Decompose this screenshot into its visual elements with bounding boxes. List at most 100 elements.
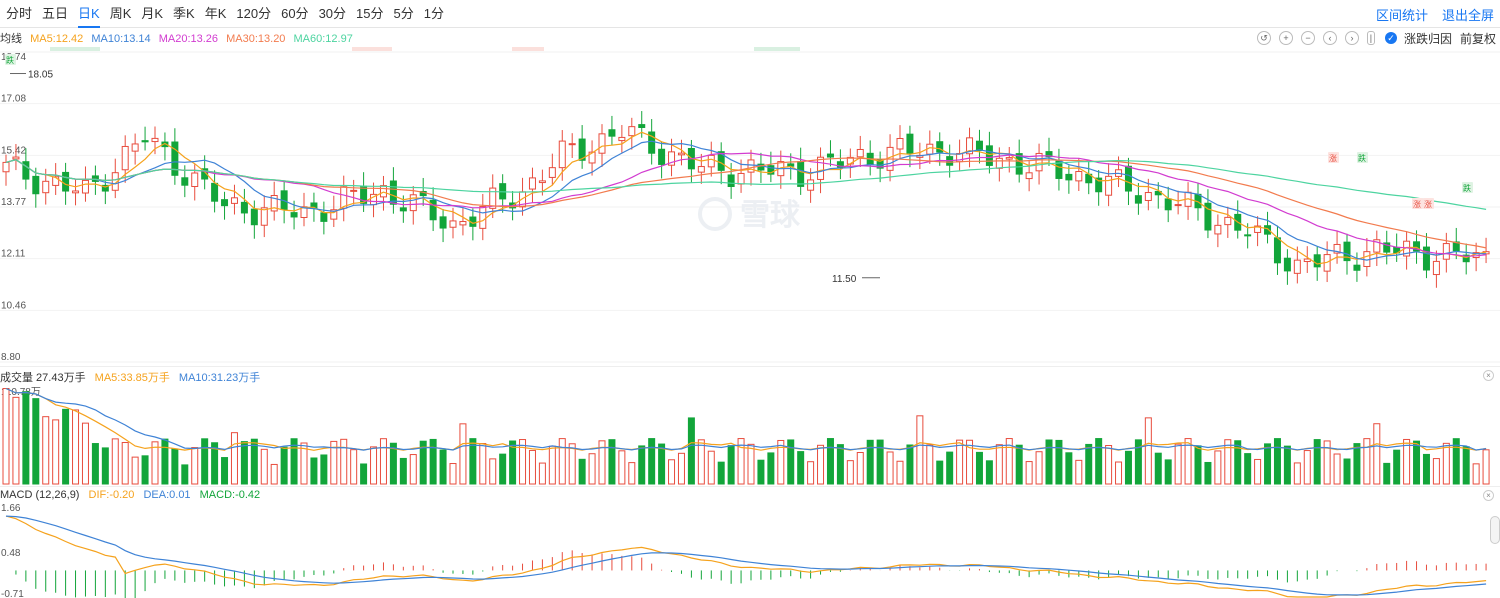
tab-monthly-k[interactable]: 月K [141,0,163,28]
scroll-handle[interactable] [1490,516,1500,544]
plus-icon[interactable]: + [1278,31,1293,45]
exit-fullscreen-button[interactable]: 退出全屏 [1442,5,1494,24]
candle-up [1144,192,1152,201]
rise-fall-checkbox[interactable]: ✓ [1384,32,1397,44]
candle-up [479,206,487,229]
tab-5min[interactable]: 5分 [394,0,414,28]
volume-bar [360,463,368,485]
volume-bar [1025,461,1033,485]
volume-bar [1234,440,1242,485]
candle-down [439,216,447,229]
tab-quarterly-k[interactable]: 季K [173,0,195,28]
chevron-left-icon[interactable]: ‹ [1322,31,1337,45]
ma10-line [5,140,1487,261]
volume-bar [1363,438,1371,485]
candle-down [399,207,407,212]
candle-down [91,175,99,182]
volume-bar [489,458,497,485]
candle-down [1343,241,1351,262]
volume-bar [1323,440,1331,485]
candle-up [1075,171,1083,182]
range-stats-button[interactable]: 区间统计 [1376,5,1428,24]
pause-icon[interactable]: | [1366,31,1375,45]
volume-bar [886,451,894,485]
ma60-line [5,159,1487,210]
adjust-label[interactable]: 前复权 [1460,30,1496,47]
volume-bar [558,438,566,485]
candle-down [469,216,477,227]
volume-bar [588,453,596,485]
minus-icon[interactable]: − [1300,31,1315,45]
candle-up [1442,243,1450,260]
macd-label: MACD (12,26,9) [0,489,80,501]
candle-up [777,161,785,177]
candle-down [1015,153,1023,175]
volume-legend: 成交量 27.43万手 MA5:33.85万手 MA10:31.23万手 [0,369,266,385]
candle-down [1055,160,1063,179]
tab-five-day[interactable]: 五日 [42,0,68,28]
close-volume-icon[interactable]: × [1483,370,1494,381]
candle-up [737,172,745,185]
candle-up [1432,260,1440,276]
volume-bar [1422,453,1430,485]
candle-down [1234,213,1242,231]
volume-bar [519,439,527,485]
close-macd-icon[interactable]: × [1483,490,1494,501]
volume-bar [1432,458,1440,485]
volume-bar [91,443,99,485]
tab-120min[interactable]: 120分 [236,0,271,28]
candle-up [1214,224,1222,235]
volume-bar [1214,450,1222,485]
volume-bar [1164,459,1172,485]
candle-down [62,171,70,192]
volume-bar [578,458,586,485]
tab-daily-k[interactable]: 日K [78,0,100,28]
candle-up [548,167,556,178]
volume-bar [1194,445,1202,485]
tab-weekly-k[interactable]: 周K [110,0,132,28]
volume-ma5: MA5:33.85万手 [94,372,170,384]
candle-up [668,151,676,166]
tab-15min[interactable]: 15分 [356,0,383,28]
candle-up [568,143,576,146]
volume-bar [22,391,30,485]
event-badge [1462,182,1473,193]
volume-bar [797,451,805,485]
candle-up [707,154,715,168]
volume-bar [817,444,825,485]
volume-bar [737,438,745,485]
candle-up [1115,169,1123,177]
volume-bar [995,444,1003,485]
event-badge-label: 跌 [6,55,14,65]
tab-30min[interactable]: 30分 [319,0,346,28]
volume-bar [1413,440,1421,485]
candle-up [747,159,755,173]
tab-yearly-k[interactable]: 年K [205,0,227,28]
tab-60min[interactable]: 60分 [281,0,308,28]
candle-down [826,153,834,158]
volume-bar [1403,438,1411,485]
volume-bar [757,459,765,485]
volume-bar [439,449,447,485]
rise-fall-label[interactable]: 涨跌归因 [1404,30,1452,47]
event-badge [1423,198,1434,209]
candle-up [807,179,815,191]
candle-up [1184,191,1192,207]
candle-down [906,133,914,154]
candle-up [538,180,546,184]
volume-bar [836,444,844,485]
candle-up [81,179,89,194]
dif-line [5,515,1487,598]
macd-legend: MACD (12,26,9) DIF:-0.20 DEA:0.01 MACD:-… [0,489,266,501]
undo-icon[interactable]: ↺ [1256,31,1271,45]
volume-bar [429,438,437,485]
event-badge-label: 跌 [1463,183,1471,193]
volume-bar [1115,461,1123,485]
tab-1min[interactable]: 1分 [424,0,444,28]
candle-up [370,193,378,206]
candle-up [489,187,497,209]
candle-up [340,186,348,209]
tab-intraday[interactable]: 分时 [6,0,32,28]
kline-chart[interactable]: 18.74 17.08 15.42 13.77 12.11 10.46 8.80 雪球 18.0… [0,0,1500,598]
chevron-right-icon[interactable]: › [1344,31,1359,45]
